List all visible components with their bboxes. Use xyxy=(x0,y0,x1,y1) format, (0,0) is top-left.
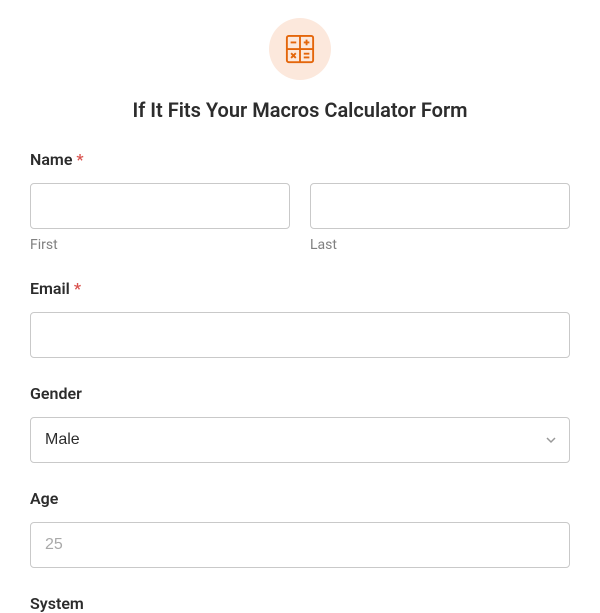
name-label: Name * xyxy=(30,150,570,169)
name-required: * xyxy=(76,150,83,169)
header-icon-wrap xyxy=(30,0,570,80)
gender-group: Gender xyxy=(30,384,570,463)
email-label: Email * xyxy=(30,279,570,298)
name-group: Name * First Last xyxy=(30,150,570,253)
system-label: System xyxy=(30,594,570,613)
email-required: * xyxy=(74,279,81,298)
email-label-text: Email xyxy=(30,279,70,298)
first-name-input[interactable] xyxy=(30,183,290,229)
age-label: Age xyxy=(30,489,570,508)
first-name-sublabel: First xyxy=(30,237,290,253)
email-input[interactable] xyxy=(30,312,570,358)
last-name-input[interactable] xyxy=(310,183,570,229)
age-group: Age xyxy=(30,489,570,568)
page-title: If It Fits Your Macros Calculator Form xyxy=(30,98,570,122)
last-name-sublabel: Last xyxy=(310,237,570,253)
system-group: System xyxy=(30,594,570,613)
gender-select[interactable] xyxy=(30,417,570,463)
name-label-text: Name xyxy=(30,150,72,169)
email-group: Email * xyxy=(30,279,570,358)
age-input[interactable] xyxy=(30,522,570,568)
calculator-icon xyxy=(285,34,315,64)
gender-label: Gender xyxy=(30,384,570,403)
header-icon-circle xyxy=(269,18,331,80)
